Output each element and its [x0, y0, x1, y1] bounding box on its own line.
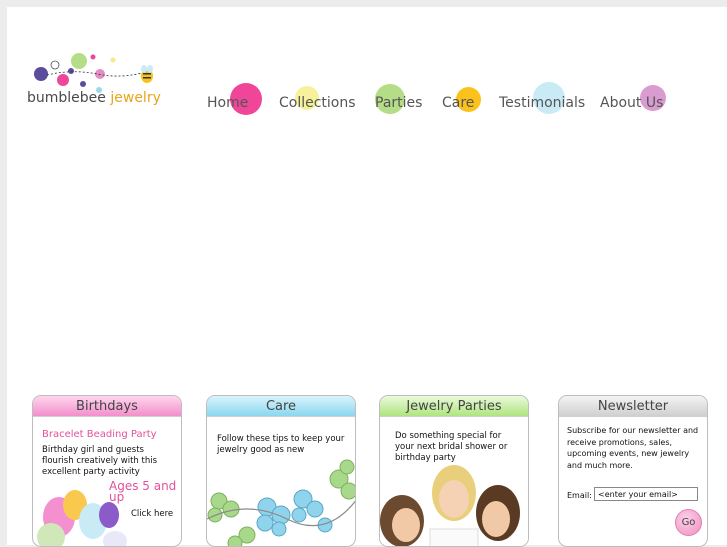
panel-title: Care — [207, 396, 355, 417]
panel-text: Do something special for your next brida… — [395, 431, 508, 463]
panel-title: Jewelry Parties — [380, 396, 528, 417]
jewelry-parties-panel[interactable]: Jewelry Parties Do something special for… — [379, 395, 529, 547]
nav-item-collections[interactable]: Collections — [279, 86, 356, 115]
ages-text: Ages 5 and up — [109, 479, 177, 504]
brand-name[interactable]: bumblebee jewelry — [27, 90, 161, 106]
panel-body: Bracelet Beading Party Birthday girl and… — [33, 417, 181, 546]
nav-label: Testimonials — [499, 95, 586, 111]
email-field[interactable] — [594, 487, 698, 501]
nav-label: Home — [207, 95, 249, 111]
nav-item-home[interactable]: Home — [207, 83, 262, 115]
nav-item-care[interactable]: Care — [442, 87, 481, 115]
party-girls-photo — [380, 463, 528, 546]
newsletter-panel: Newsletter Subscribe for our newsletter … — [558, 395, 708, 547]
brand-name-part1: bumblebee — [27, 90, 106, 106]
go-button[interactable]: Go — [675, 509, 702, 536]
email-label: Email: — [567, 491, 592, 500]
panel-body: Subscribe for our newsletter and receive… — [559, 417, 707, 546]
birthdays-panel[interactable]: Birthdays Bracelet Beading Party Birthda… — [32, 395, 182, 547]
panel-subtitle: Bracelet Beading Party — [42, 429, 157, 440]
panel-text: Birthday girl and guests flourish creati… — [42, 445, 158, 477]
panel-body: Follow these tips to keep your jewelry g… — [207, 417, 355, 546]
panel-title: Birthdays — [33, 396, 181, 417]
care-panel[interactable]: Care Follow these tips to keep your jewe… — [206, 395, 356, 547]
brand-name-part2: jewelry — [110, 90, 161, 106]
nav-label: About Us — [600, 95, 664, 111]
panel-title: Newsletter — [559, 396, 707, 417]
nav-label: Parties — [375, 95, 423, 111]
nav-label: Collections — [279, 95, 356, 111]
nav-item-about-us[interactable]: About Us — [600, 85, 666, 115]
nav-item-parties[interactable]: Parties — [375, 84, 423, 115]
page: bumblebee jewelry Home Collections Parti… — [7, 7, 727, 547]
panel-text: Follow these tips to keep your jewelry g… — [217, 434, 345, 455]
nav-label: Care — [442, 95, 475, 111]
panel-body: Do something special for your next brida… — [380, 417, 528, 546]
glass-flowers-icon — [207, 459, 355, 546]
logo-dots-icon[interactable] — [27, 47, 167, 117]
nav-item-testimonials[interactable]: Testimonials — [499, 82, 586, 115]
newsletter-text: Subscribe for our newsletter and receive… — [567, 426, 699, 470]
click-here-link[interactable]: Click here — [131, 509, 173, 520]
